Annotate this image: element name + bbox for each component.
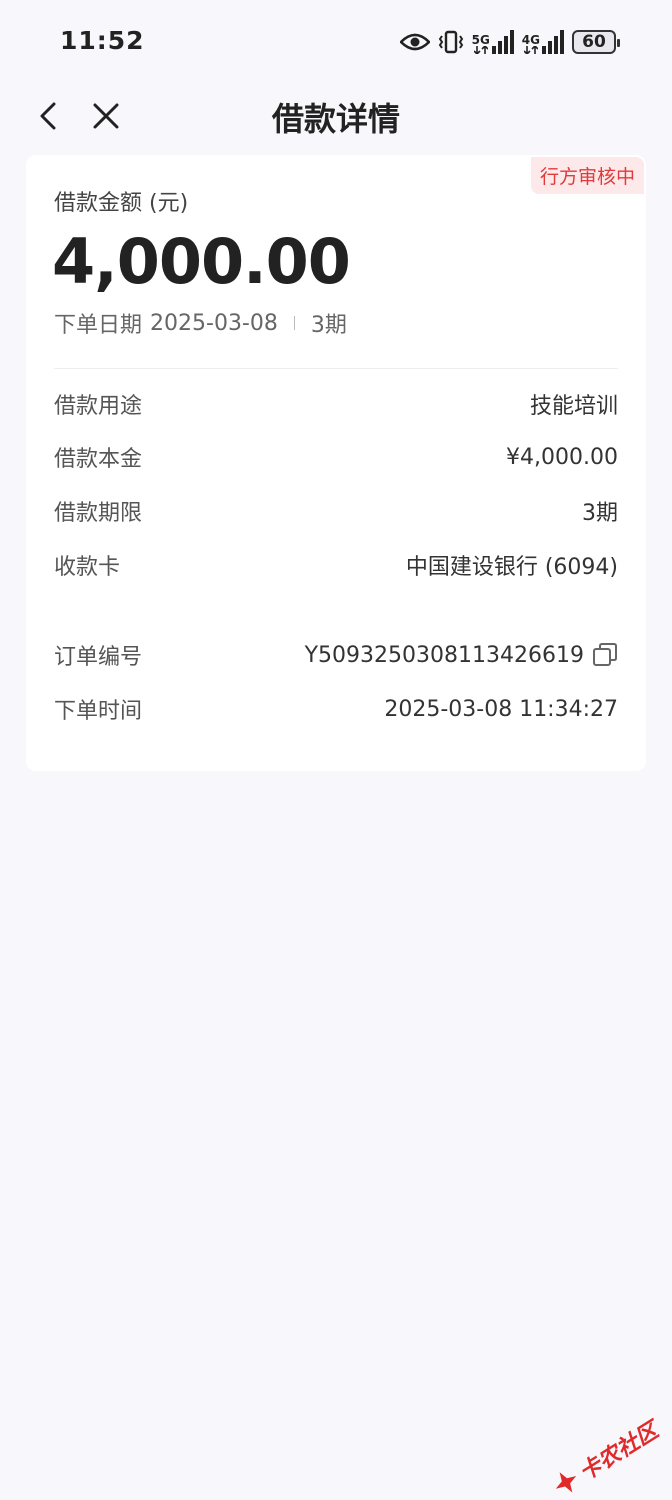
row-label: 收款卡 — [54, 555, 121, 580]
row-label: 借款期限 — [54, 501, 143, 526]
row-label: 下单时间 — [54, 699, 143, 724]
meta-separator — [293, 316, 295, 330]
detail-row-receiving-card: 收款卡 中国建设银行 (6094) — [54, 549, 618, 581]
detail-row-order-number: 订单编号 Y5093250308113426619 — [54, 639, 618, 671]
copy-icon[interactable] — [592, 642, 618, 668]
row-value: ¥4,000.00 — [506, 444, 618, 470]
nav-bar: 借款详情 — [0, 84, 672, 148]
eye-icon — [399, 32, 430, 52]
status-icons: 5G 4G 60 — [399, 28, 620, 56]
signal-4g-icon: 4G — [522, 30, 564, 54]
row-label: 借款用途 — [54, 394, 143, 419]
amount-value: 4,000.00 — [52, 225, 351, 298]
order-meta: 下单日期 2025-03-08 3期 — [54, 307, 347, 339]
status-time: 11:52 — [60, 26, 145, 55]
net-5g-label: 5G — [471, 33, 490, 47]
status-badge: 行方审核中 — [530, 157, 644, 194]
term-short: 3期 — [310, 313, 347, 338]
detail-row-principal: 借款本金 ¥4,000.00 — [54, 441, 618, 473]
row-value: 技能培训 — [529, 394, 618, 419]
divider — [54, 368, 618, 369]
watermark: 卡农社区 — [546, 1413, 663, 1500]
order-number: Y5093250308113426619 — [304, 642, 584, 668]
watermark-text: 卡农社区 — [575, 1418, 663, 1487]
row-value: 3期 — [582, 501, 618, 526]
signal-5g-icon: 5G — [472, 30, 514, 54]
detail-row-term: 借款期限 3期 — [54, 495, 618, 527]
row-value: 中国建设银行 (6094) — [405, 555, 618, 580]
page-title: 借款详情 — [271, 100, 400, 138]
row-label: 借款本金 — [54, 447, 143, 472]
vibrate-icon — [438, 29, 464, 55]
order-date: 2025-03-08 — [150, 310, 278, 336]
order-time: 2025-03-08 11:34:27 — [384, 696, 618, 722]
detail-row-order-time: 下单时间 2025-03-08 11:34:27 — [54, 693, 618, 725]
order-number-value: Y5093250308113426619 — [305, 642, 618, 668]
net-4g-label: 4G — [521, 33, 540, 47]
battery-icon: 60 — [572, 30, 620, 54]
loan-detail-card: 行方审核中 借款金额 (元) 4,000.00 下单日期 2025-03-08 … — [26, 155, 646, 771]
status-bar: 11:52 5G 4G 60 — [0, 0, 672, 84]
row-label: 订单编号 — [54, 645, 143, 670]
detail-row-purpose: 借款用途 技能培训 — [54, 388, 618, 420]
order-date-label: 下单日期 — [54, 313, 143, 338]
amount-label: 借款金额 (元) — [54, 191, 189, 216]
